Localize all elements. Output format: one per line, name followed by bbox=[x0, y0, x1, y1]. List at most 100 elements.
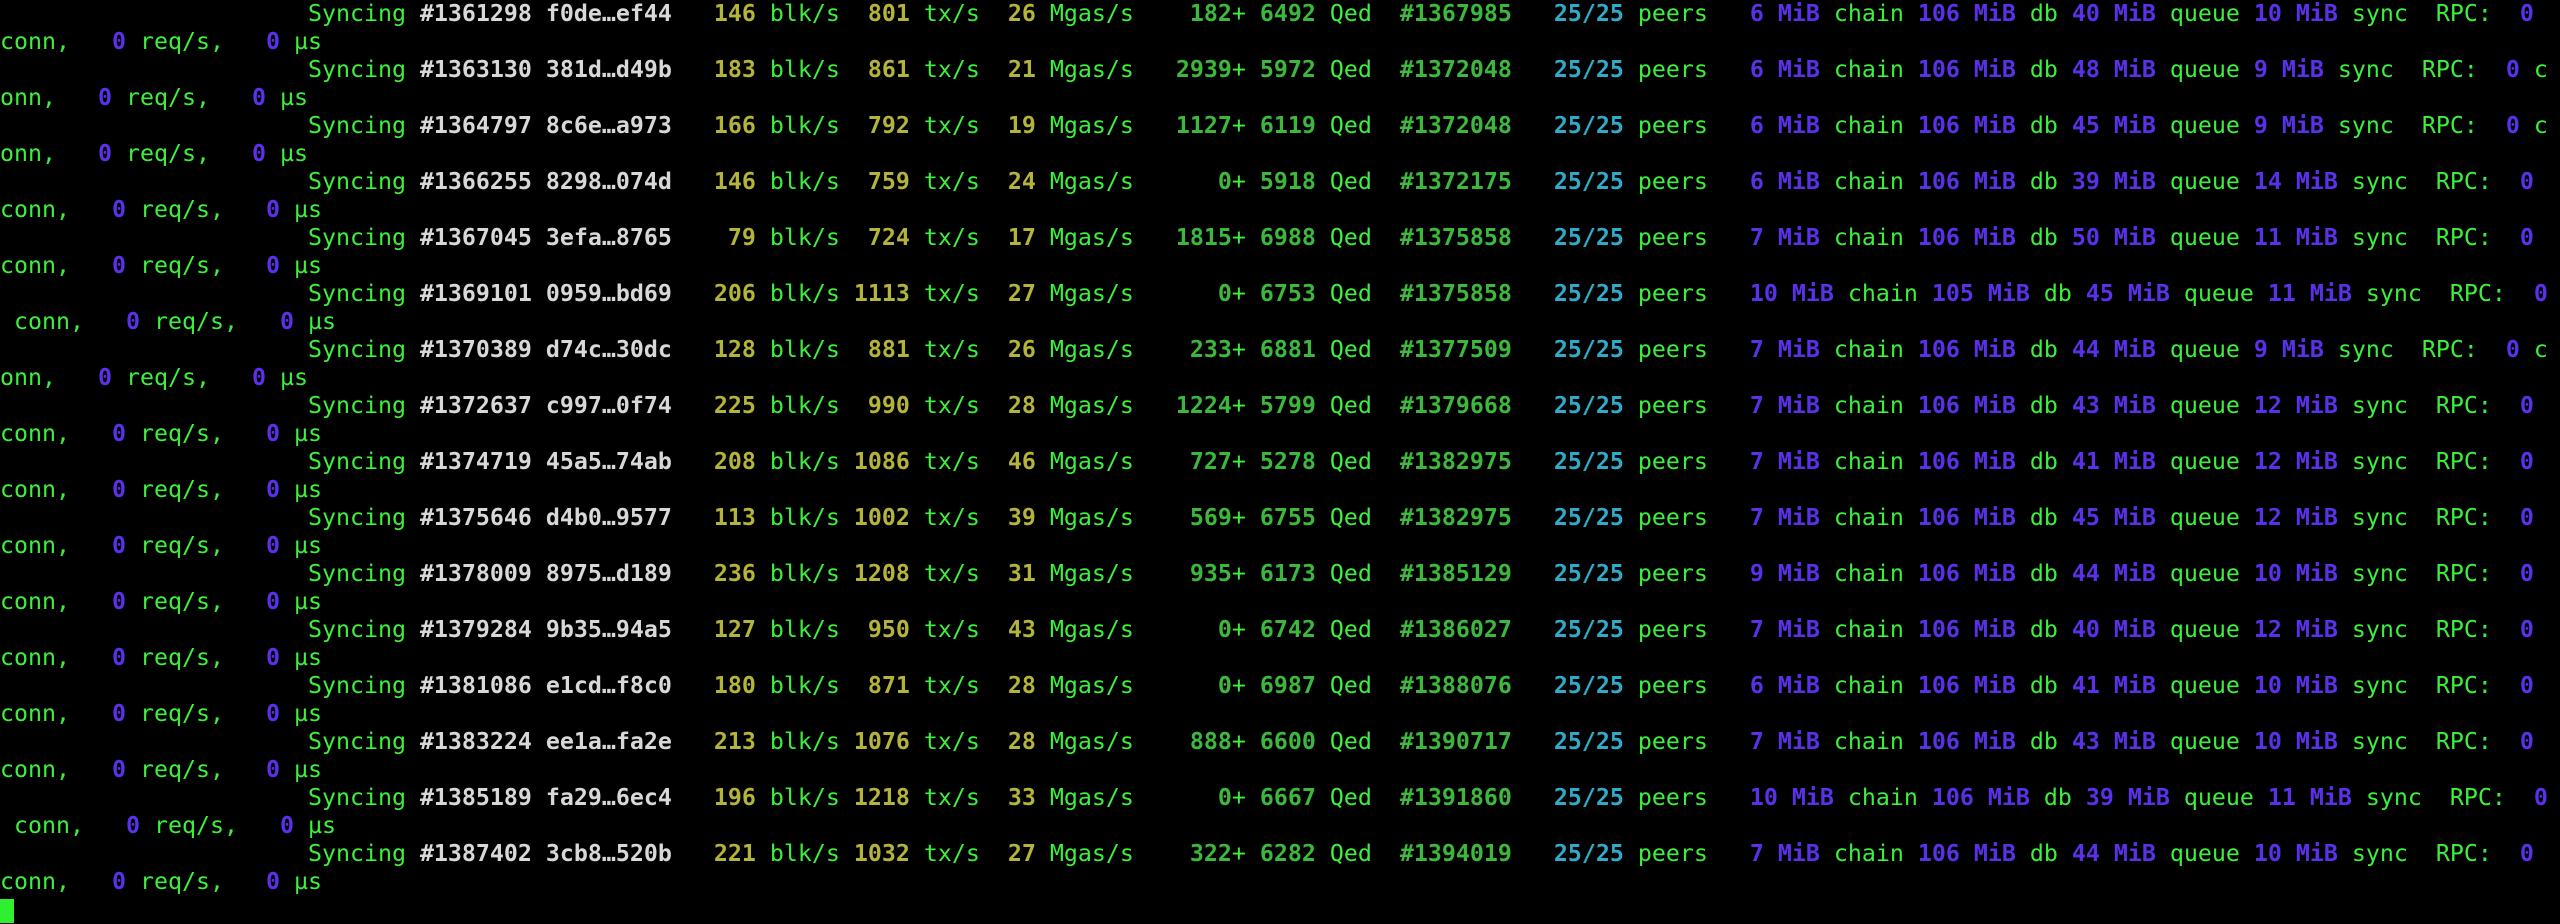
sync-mem: 10 bbox=[2253, 560, 2282, 587]
unit-label: Mgas/s bbox=[1049, 336, 1134, 363]
terminal-line: Syncing #1379284 9b35…94a5 127 blk/s 950… bbox=[0, 616, 2560, 644]
tx-per-sec: 950 bbox=[867, 616, 910, 643]
rpc-latency: 0 bbox=[266, 252, 280, 279]
unit-label: Qed bbox=[1329, 392, 1372, 419]
qed-count: 6119 bbox=[1259, 112, 1316, 139]
unit-label: sync bbox=[2337, 112, 2394, 139]
block-hash: 8975…d189 bbox=[545, 560, 672, 587]
peer-count: 25/25 bbox=[1553, 224, 1624, 251]
status-label: Syncing bbox=[307, 392, 406, 419]
queued-count: 2939 bbox=[1175, 56, 1232, 83]
unit-label: conn, bbox=[14, 812, 84, 839]
qed-count: 6282 bbox=[1259, 840, 1316, 867]
unit-label: blk/s bbox=[769, 560, 840, 587]
unit-label: conn, bbox=[0, 252, 70, 279]
best-block: #1390717 bbox=[1399, 728, 1512, 755]
queue-mem: 48 bbox=[2071, 56, 2100, 83]
terminal-line: conn, 0 req/s, 0 µs bbox=[0, 476, 2560, 504]
unit-label: onn, bbox=[0, 140, 56, 167]
db-mem: 106 bbox=[1917, 168, 1960, 195]
rpc-req: 0 bbox=[126, 812, 140, 839]
block-hash: 45a5…74ab bbox=[545, 448, 672, 475]
blocks-per-sec: 213 bbox=[713, 728, 756, 755]
plus-sign: + bbox=[1231, 728, 1246, 755]
chain-mem: 9 bbox=[1749, 560, 1764, 587]
terminal-window[interactable]: Syncing #1361298 f0de…ef44 146 blk/s 801… bbox=[0, 0, 2560, 924]
unit-label: tx/s bbox=[923, 616, 980, 643]
unit-label: queue bbox=[2169, 448, 2240, 475]
plus-sign: + bbox=[1231, 504, 1246, 531]
status-label: Syncing bbox=[307, 784, 406, 811]
blocks-per-sec: 113 bbox=[713, 504, 756, 531]
unit-label: MiB bbox=[1973, 112, 2016, 139]
peer-count: 25/25 bbox=[1553, 56, 1624, 83]
tx-per-sec: 881 bbox=[867, 336, 910, 363]
block-hash: fa29…6ec4 bbox=[545, 784, 672, 811]
status-label: Syncing bbox=[307, 672, 406, 699]
unit-label: queue bbox=[2169, 224, 2240, 251]
block-number: #1383224 bbox=[419, 728, 532, 755]
unit-label: Qed bbox=[1329, 336, 1372, 363]
unit-label: queue bbox=[2169, 728, 2240, 755]
unit-label: MiB bbox=[1777, 56, 1820, 83]
unit-label: chain bbox=[1833, 504, 1904, 531]
rpc-req: 0 bbox=[112, 756, 126, 783]
rpc-conn: 0 bbox=[2519, 224, 2534, 251]
rpc-label: RPC: bbox=[2435, 504, 2492, 531]
prompt-line bbox=[0, 896, 2560, 924]
unit-label: conn, bbox=[0, 28, 70, 55]
unit-label: sync bbox=[2351, 504, 2408, 531]
unit-label: conn, bbox=[0, 756, 70, 783]
unit-label: µs bbox=[280, 140, 308, 167]
status-label: Syncing bbox=[307, 56, 406, 83]
unit-label: µs bbox=[308, 308, 336, 335]
